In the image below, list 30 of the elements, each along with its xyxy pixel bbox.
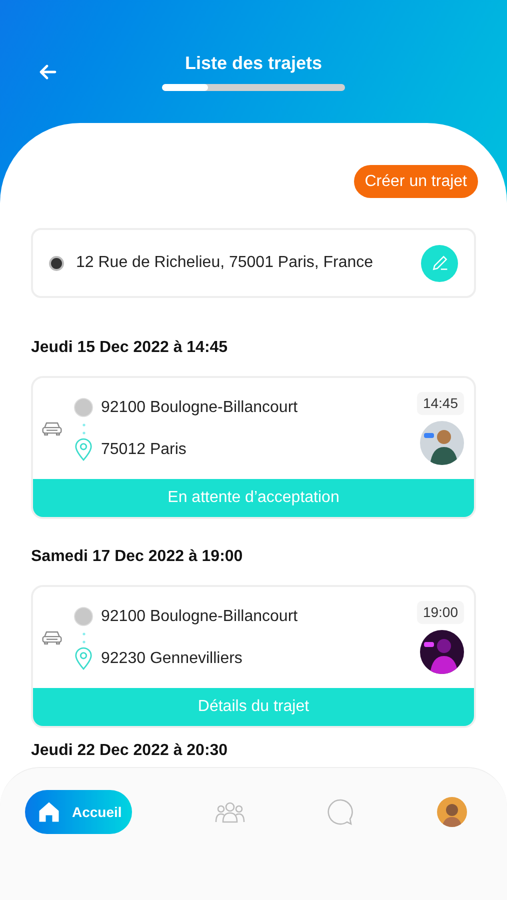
- trip-card[interactable]: 92100 Boulogne-Billancourt 92230 Gennevilliers 19:00 Détails du trajet: [31, 585, 476, 728]
- location-pin-icon: [74, 647, 93, 670]
- address-text: 12 Rue de Richelieu, 75001 Paris, France: [76, 253, 374, 273]
- trip-action-button[interactable]: Détails du trajet: [33, 688, 474, 726]
- dotted-line-icon: [82, 630, 86, 644]
- back-arrow-icon[interactable]: [38, 62, 58, 82]
- page-title: Liste des trajets: [184, 52, 322, 75]
- origin-text: 92100 Boulogne-Billancourt: [101, 398, 298, 418]
- car-icon: [41, 630, 63, 645]
- trip-action-button[interactable]: En attente d’acceptation: [33, 479, 474, 517]
- profile-avatar[interactable]: [436, 797, 467, 827]
- people-icon[interactable]: [214, 800, 246, 824]
- edit-button[interactable]: [421, 244, 458, 282]
- destination-text: 92230 Gennevilliers: [101, 648, 242, 668]
- chat-icon[interactable]: [327, 798, 356, 826]
- destination-text: 75012 Paris: [101, 440, 186, 460]
- time-badge: 19:00: [416, 601, 464, 624]
- trip-date: Jeudi 15 Dec 2022 à 14:45: [31, 338, 229, 358]
- time-badge: 14:45: [416, 392, 464, 415]
- location-pin-icon: [74, 438, 93, 461]
- car-icon: [41, 421, 63, 436]
- origin-text: 92100 Boulogne-Billancourt: [101, 606, 298, 626]
- trip-date: Samedi 17 Dec 2022 à 19:00: [31, 547, 244, 567]
- dotted-line-icon: [82, 422, 86, 436]
- create-trip-button[interactable]: Créer un trajet: [354, 165, 478, 198]
- address-field[interactable]: 12 Rue de Richelieu, 75001 Paris, France: [31, 228, 476, 298]
- trip-card[interactable]: 92100 Boulogne-Billancourt 75012 Paris 14:45 En attente d’acceptation: [31, 376, 476, 519]
- trip-date: Jeudi 22 Dec 2022 à 20:30: [31, 742, 229, 760]
- pencil-icon: [430, 254, 448, 272]
- home-tab[interactable]: Accueil: [25, 790, 132, 834]
